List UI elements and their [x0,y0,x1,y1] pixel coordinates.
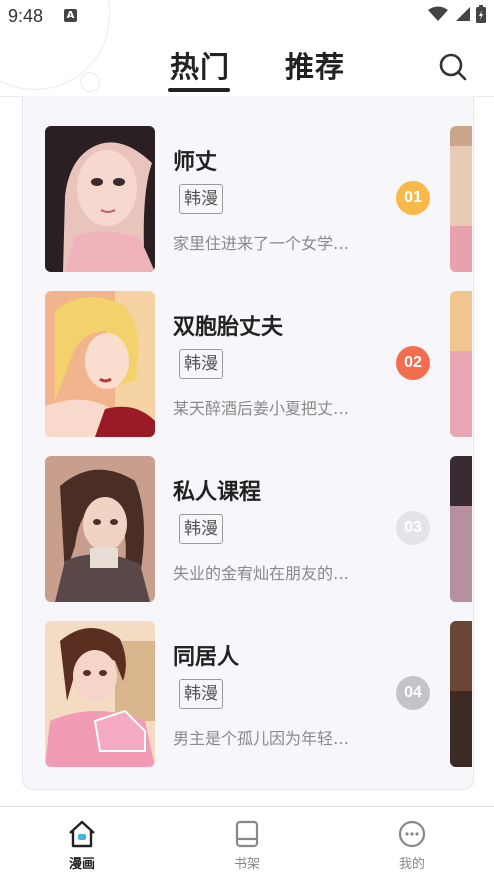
active-tab-indicator [168,88,230,92]
nav-label: 书架 [233,857,260,872]
comic-description: 某天醉酒后姜小夏把丈… [173,399,350,418]
rank-badge: 01 [396,181,430,215]
nav-label: 漫画 [68,857,95,872]
status-bar: 9:48 A [0,0,494,34]
list-item[interactable]: 双胞胎丈夫 韩漫 某天醉酒后姜小夏把丈… 02 [45,291,440,437]
wifi-icon [428,6,448,21]
nav-label: 我的 [398,857,425,872]
comic-title: 私人课程 [173,480,262,505]
notification-app-icon: A [64,9,77,22]
app-screen: 9:48 A 热门 推荐 师丈 韩漫 家里住进来了一个女学… 01 双胞胎丈夫 … [0,0,494,878]
home-icon [69,820,95,848]
status-time: 9:48 [8,6,44,26]
profile-face-icon [398,820,426,848]
nav-bookshelf[interactable]: 书架 [187,807,307,878]
genre-tag: 韩漫 [179,679,223,709]
tab-hot[interactable]: 热门 [170,44,230,86]
list-item[interactable]: 师丈 韩漫 家里住进来了一个女学… 01 [45,126,440,272]
list-item[interactable]: 同居人 韩漫 男主是个孤儿因为年轻… 04 [45,621,440,767]
tab-recommend[interactable]: 推荐 [285,44,345,86]
comic-title: 同居人 [173,645,240,670]
genre-tag: 韩漫 [179,514,223,544]
list-item[interactable]: 私人课程 韩漫 失业的金宥灿在朋友的… 03 [45,456,440,602]
comic-cover [45,126,155,272]
battery-charging-icon [476,5,486,23]
status-icons [428,5,486,23]
header: 热门 推荐 [0,34,494,96]
rank-badge: 03 [396,511,430,545]
rank-badge: 04 [396,676,430,710]
nav-comics[interactable]: 漫画 [22,807,142,878]
next-page-cover-peek [450,291,472,437]
ranking-card: 师丈 韩漫 家里住进来了一个女学… 01 双胞胎丈夫 韩漫 某天醉酒后姜小夏把丈… [22,96,474,790]
next-page-cover-peek [450,126,472,272]
search-icon[interactable] [436,50,470,84]
comic-cover [45,456,155,602]
rank-badge: 02 [396,346,430,380]
signal-icon [456,7,470,21]
comic-description: 家里住进来了一个女学… [173,234,350,253]
bottom-nav: 漫画 书架 我的 [0,806,494,878]
comic-cover [45,291,155,437]
comic-title: 师丈 [173,150,218,175]
genre-tag: 韩漫 [179,349,223,379]
comic-description: 男主是个孤儿因为年轻… [173,729,350,748]
nav-profile[interactable]: 我的 [352,807,472,878]
comic-cover [45,621,155,767]
book-icon [235,820,259,848]
genre-tag: 韩漫 [179,184,223,214]
comic-description: 失业的金宥灿在朋友的… [173,564,350,583]
next-page-cover-peek [450,456,472,602]
next-page-cover-peek [450,621,472,767]
comic-title: 双胞胎丈夫 [173,315,284,340]
